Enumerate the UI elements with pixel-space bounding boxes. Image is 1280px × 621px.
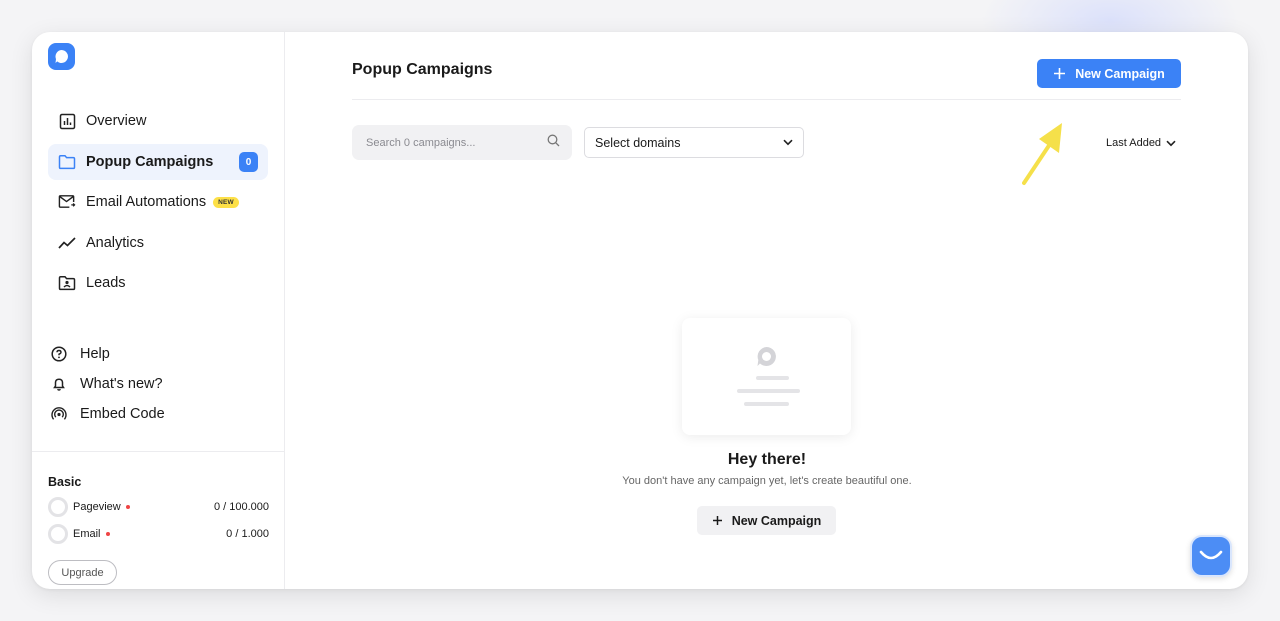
usage-value: 0 / 100.000 (213, 501, 269, 513)
plan-name: Basic (48, 475, 82, 489)
upgrade-button[interactable]: Upgrade (48, 560, 117, 585)
chevron-down-icon (783, 139, 793, 146)
bell-icon (50, 375, 68, 393)
plus-icon (1054, 68, 1066, 79)
folder-user-icon (58, 274, 76, 292)
sidebar-item-label: Help (80, 346, 110, 362)
empty-popup-icon (737, 347, 800, 406)
smile-icon (1199, 550, 1223, 560)
domains-select[interactable]: Select domains (584, 127, 804, 158)
sort-dropdown[interactable]: Last Added (1106, 135, 1176, 151)
new-campaign-label: New Campaign (1075, 66, 1165, 81)
empty-state-title: Hey there! (727, 451, 807, 468)
usage-label: Email (73, 528, 101, 540)
header-divider (352, 99, 1181, 100)
broadcast-icon (50, 405, 68, 423)
empty-state-illustration (682, 318, 851, 435)
folder-icon (58, 153, 76, 171)
chart-bar-icon (58, 112, 76, 130)
usage-row-email: Email 0 / 1.000 (48, 524, 269, 544)
app-logo-icon[interactable] (48, 43, 75, 70)
sidebar-item-label: Popup Campaigns (86, 154, 214, 170)
campaign-count-badge: 0 (239, 152, 258, 172)
usage-value: 0 / 1.000 (226, 528, 269, 540)
sidebar: Overview Popup Campaigns 0 Email Automat… (32, 32, 285, 589)
app-window: Overview Popup Campaigns 0 Email Automat… (32, 32, 1248, 589)
sidebar-divider (32, 451, 285, 452)
empty-new-campaign-button[interactable]: New Campaign (697, 506, 836, 535)
empty-new-campaign-label: New Campaign (731, 513, 822, 528)
status-dot-icon (105, 532, 110, 536)
new-badge: NEW (213, 196, 239, 208)
sort-label: Last Added (1106, 137, 1162, 149)
sidebar-item-analytics[interactable]: Analytics (48, 225, 268, 261)
empty-state-subtitle: You don't have any campaign yet, let's c… (622, 475, 912, 487)
new-campaign-button[interactable]: New Campaign (1037, 59, 1181, 88)
sidebar-item-label: Email Automations (86, 194, 207, 210)
sidebar-item-label: Overview (86, 113, 147, 129)
sidebar-item-whats-new[interactable]: What's new? (50, 372, 163, 396)
usage-ring-icon (48, 524, 68, 544)
sidebar-item-leads[interactable]: Leads (48, 265, 268, 301)
usage-ring-icon (48, 497, 68, 517)
usage-row-pageview: Pageview 0 / 100.000 (48, 497, 269, 517)
sidebar-item-label: Analytics (86, 235, 145, 251)
chevron-down-icon (1166, 140, 1176, 146)
sidebar-item-label: Embed Code (80, 406, 165, 422)
sidebar-item-label: What's new? (80, 376, 163, 392)
mail-icon (58, 193, 76, 211)
sidebar-item-embed-code[interactable]: Embed Code (50, 402, 165, 426)
sidebar-item-help[interactable]: Help (50, 342, 110, 366)
sidebar-item-email-automations[interactable]: Email Automations NEW (48, 184, 268, 220)
domains-select-label: Select domains (595, 135, 681, 150)
plus-icon (712, 516, 722, 525)
pointer-arrow-icon (1022, 123, 1062, 185)
sidebar-item-popup-campaigns[interactable]: Popup Campaigns 0 (48, 144, 268, 180)
sidebar-item-overview[interactable]: Overview (48, 103, 268, 139)
status-dot-icon (125, 505, 130, 509)
trend-line-icon (58, 234, 76, 252)
search-icon[interactable] (547, 134, 560, 152)
sidebar-item-label: Leads (86, 275, 126, 291)
chat-widget-button[interactable] (1190, 535, 1232, 577)
campaign-search (352, 125, 572, 160)
search-input[interactable] (366, 136, 547, 149)
help-circle-icon (50, 345, 68, 363)
usage-label: Pageview (73, 501, 121, 513)
page-title: Popup Campaigns (352, 61, 493, 78)
